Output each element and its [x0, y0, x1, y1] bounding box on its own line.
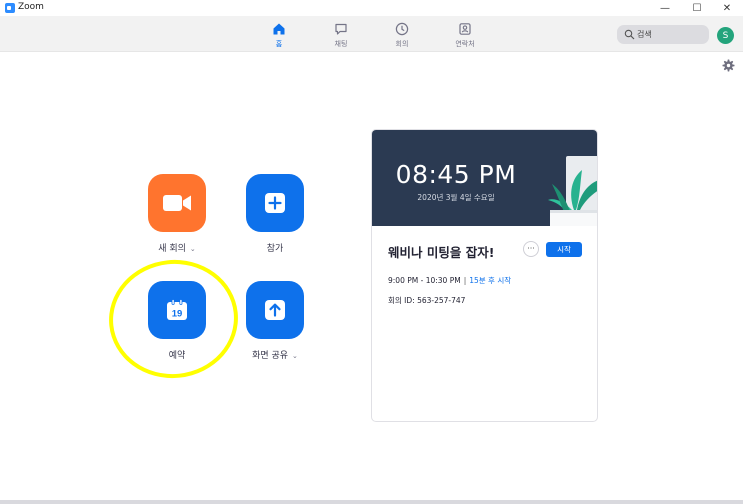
new-meeting-action: 새 회의 ⌄	[132, 174, 222, 254]
tab-home-label: 홈	[275, 40, 283, 48]
home-icon	[273, 23, 285, 35]
tab-contacts-label: 연락처	[455, 40, 475, 48]
meeting-id: 회의 ID: 563-257-747	[388, 296, 466, 305]
window-title: Zoom	[18, 2, 44, 12]
tab-meetings[interactable]: 회의	[377, 22, 427, 49]
current-date: 2020년 3월 4일 수요일	[417, 193, 495, 202]
gear-icon[interactable]	[722, 59, 735, 72]
meeting-time-range: 9:00 PM - 10:30 PM	[388, 276, 461, 285]
plant-illustration-icon	[548, 156, 597, 226]
clock-icon	[395, 22, 409, 36]
tab-meetings-label: 회의	[395, 40, 409, 48]
join-label: 참가	[266, 244, 284, 254]
starts-in-text: 15분 후 시작	[469, 276, 512, 285]
meeting-title: 웨비나 미팅을 잡자!	[388, 245, 495, 260]
meeting-time-row: 9:00 PM - 10:30 PM | 15분 후 시작	[388, 275, 511, 286]
share-screen-button[interactable]	[246, 281, 304, 339]
join-action: 참가	[230, 174, 320, 254]
search-icon	[624, 29, 635, 40]
chat-icon	[335, 23, 347, 35]
start-meeting-button[interactable]: 시작	[546, 242, 582, 257]
minimize-button[interactable]: —	[650, 0, 680, 16]
contacts-icon	[459, 23, 471, 35]
share-up-arrow-icon	[265, 300, 285, 320]
share-screen-action: 화면 공유 ⌄	[230, 281, 320, 361]
current-time: 08:45 PM	[395, 160, 517, 189]
maximize-button[interactable]: ☐	[682, 0, 712, 16]
card-banner: 08:45 PM 2020년 3월 4일 수요일	[372, 130, 597, 226]
video-camera-icon	[163, 195, 191, 211]
join-button[interactable]	[246, 174, 304, 232]
plus-icon	[265, 193, 285, 213]
tab-home[interactable]: 홈	[254, 22, 304, 49]
separator: |	[463, 276, 467, 285]
title-bar: Zoom — ☐ ✕	[0, 0, 743, 16]
window-bottom-border	[0, 500, 743, 504]
zoom-logo-icon	[5, 3, 15, 13]
more-options-button[interactable]: ···	[523, 241, 539, 257]
new-meeting-label: 새 회의 ⌄	[158, 244, 196, 254]
avatar[interactable]: S	[717, 27, 734, 44]
chevron-down-icon[interactable]: ⌄	[190, 245, 196, 253]
top-navigation: 홈 채팅 회의 연락처 검색 S	[0, 16, 743, 52]
tab-contacts[interactable]: 연락처	[440, 22, 490, 49]
highlight-annotation	[103, 253, 244, 385]
upcoming-meeting-card: 08:45 PM 2020년 3월 4일 수요일 웨비나 미팅을 잡자! ···…	[371, 129, 598, 422]
chevron-down-icon[interactable]: ⌄	[292, 352, 298, 360]
search-placeholder: 검색	[637, 30, 652, 39]
share-screen-label: 화면 공유 ⌄	[252, 351, 298, 361]
tab-chat[interactable]: 채팅	[316, 22, 366, 49]
search-input[interactable]: 검색	[617, 25, 709, 44]
tab-chat-label: 채팅	[334, 40, 348, 48]
new-meeting-button[interactable]	[148, 174, 206, 232]
close-button[interactable]: ✕	[712, 0, 742, 16]
